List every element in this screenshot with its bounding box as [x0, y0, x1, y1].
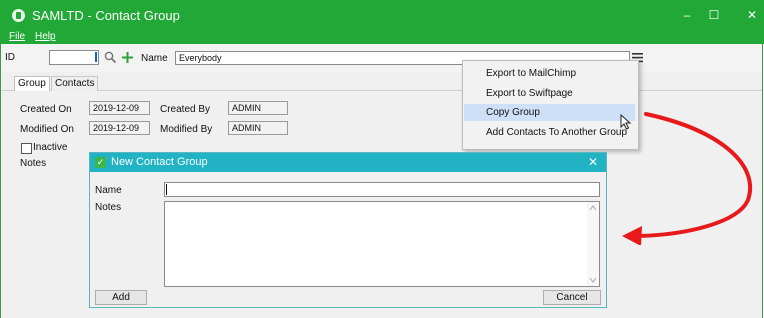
dialog-name-input[interactable]	[164, 182, 600, 197]
tab-group[interactable]: Group	[14, 76, 50, 91]
inactive-label: Inactive	[33, 142, 68, 153]
modified-by-label: Modified By	[160, 124, 213, 135]
name-label: Name	[141, 53, 168, 64]
created-by-field: ADMIN	[228, 101, 288, 115]
close-button[interactable]: ✕	[742, 8, 762, 22]
modified-on-field: 2019-12-09	[89, 121, 150, 135]
app-logo-icon	[12, 9, 25, 22]
created-on-field: 2019-12-09	[89, 101, 150, 115]
cancel-button[interactable]: Cancel	[543, 290, 601, 305]
menu-item-export-mailchimp[interactable]: Export to MailChimp	[464, 65, 635, 82]
dialog-notes-textarea[interactable]	[164, 201, 600, 287]
modified-by-field: ADMIN	[228, 121, 288, 135]
id-field[interactable]	[49, 50, 99, 65]
window-title: SAMLTD - Contact Group	[32, 8, 180, 23]
dialog-title: New Contact Group	[111, 156, 208, 168]
menu-bar: File Help	[0, 31, 764, 44]
scroll-down-icon[interactable]	[589, 277, 597, 283]
notes-scrollbar[interactable]	[587, 202, 599, 286]
inactive-checkbox[interactable]	[21, 143, 32, 154]
modified-on-label: Modified On	[20, 124, 74, 135]
tab-bar	[1, 72, 762, 91]
scroll-up-icon[interactable]	[589, 205, 597, 211]
plus-icon[interactable]	[121, 51, 134, 64]
magnifier-icon[interactable]	[104, 51, 117, 64]
annotation-arrow-icon	[622, 112, 752, 245]
menu-file[interactable]: File	[9, 31, 25, 42]
id-label: ID	[5, 52, 15, 63]
created-by-label: Created By	[160, 104, 211, 115]
dialog-notes-label: Notes	[95, 202, 122, 213]
new-contact-group-dialog: ✓ New Contact Group ✕ Name Notes Add Can…	[89, 152, 607, 308]
notes-label: Notes	[20, 158, 47, 169]
add-button[interactable]: Add	[95, 290, 147, 305]
dialog-name-label: Name	[95, 185, 122, 196]
text-cursor	[95, 52, 97, 62]
dialog-text-cursor	[166, 184, 167, 195]
minimize-button[interactable]: –	[677, 8, 697, 22]
created-on-label: Created On	[20, 104, 72, 115]
maximize-button[interactable]: ☐	[704, 8, 724, 22]
dialog-close-icon[interactable]: ✕	[588, 155, 598, 169]
menu-help[interactable]: Help	[35, 31, 56, 42]
tab-contacts[interactable]: Contacts	[51, 76, 99, 91]
menu-item-export-swiftpage[interactable]: Export to Swiftpage	[464, 85, 635, 102]
checkmark-icon: ✓	[95, 157, 106, 168]
